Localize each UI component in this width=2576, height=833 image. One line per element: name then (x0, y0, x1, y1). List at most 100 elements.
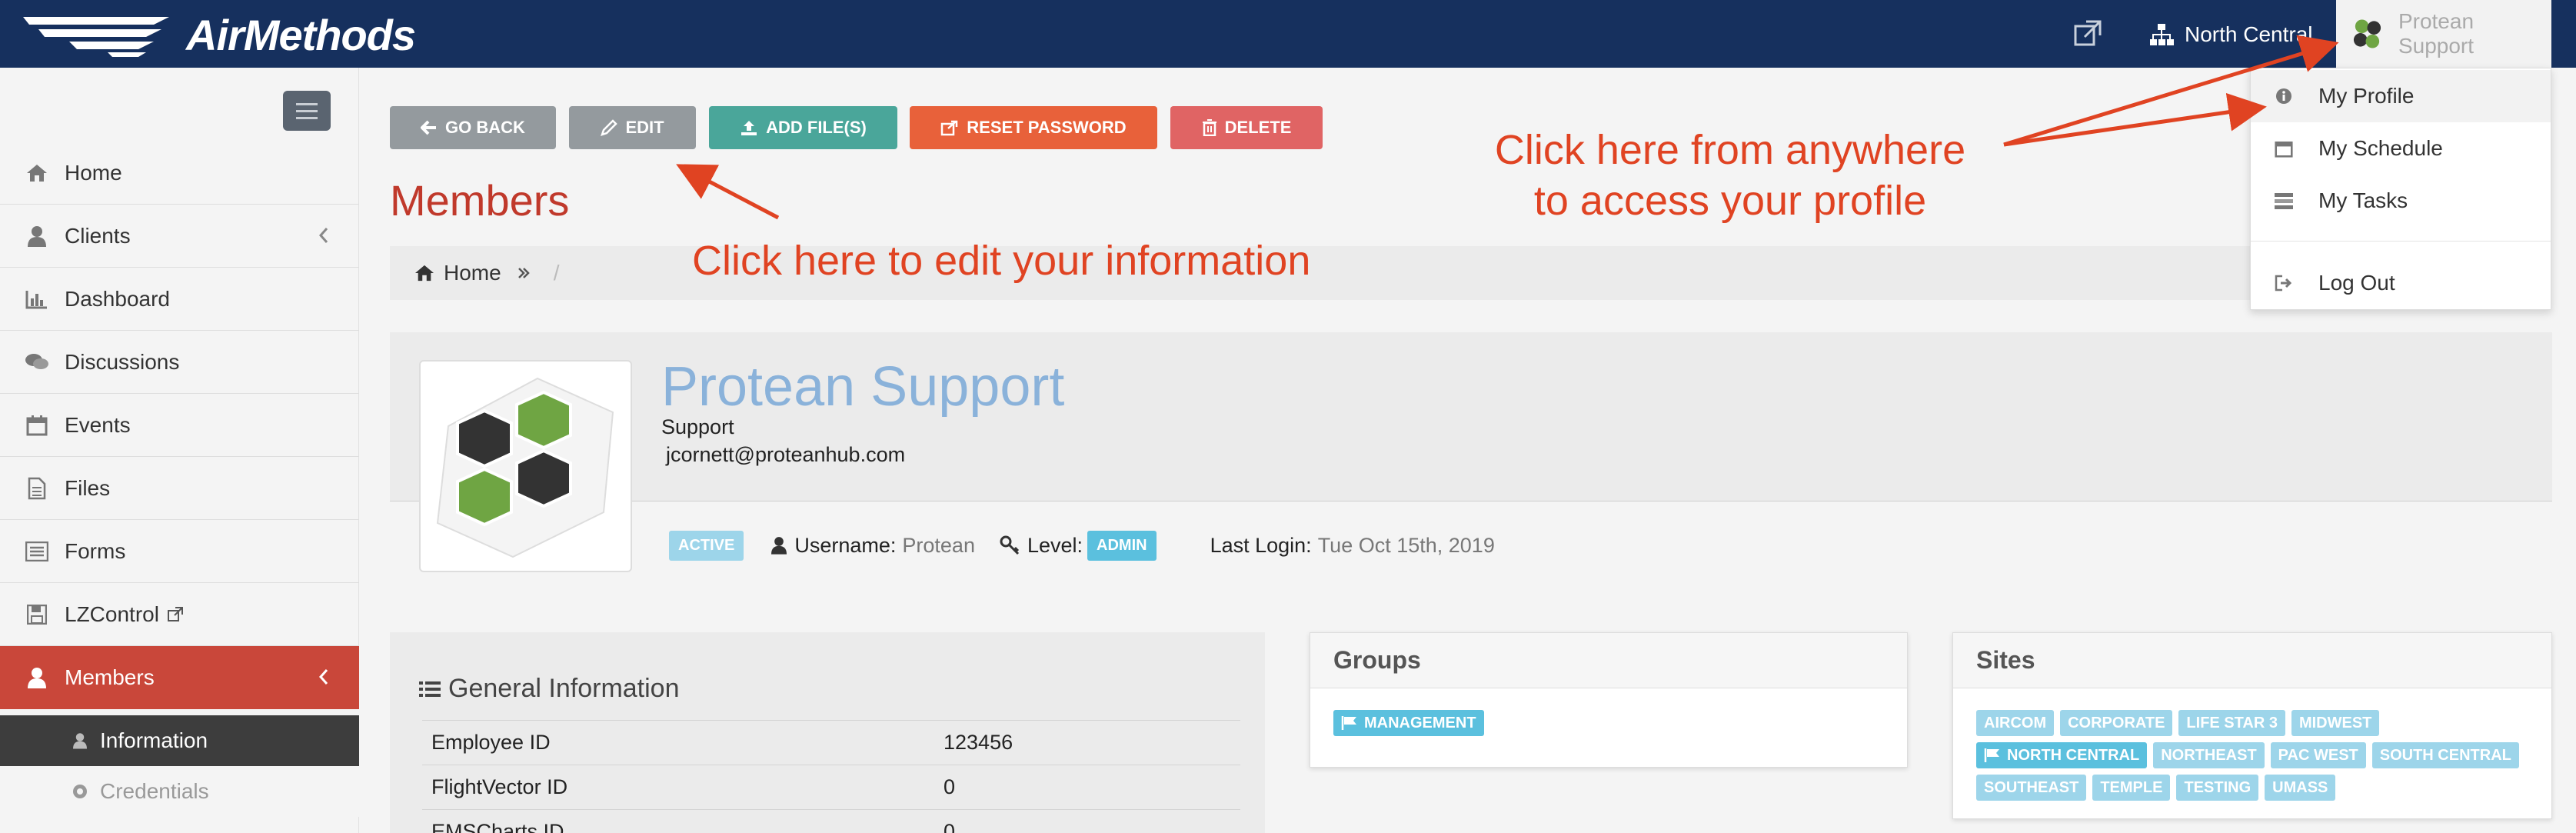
delete-label: DELETE (1224, 118, 1292, 137)
site-tag[interactable]: TEMPLE (2092, 775, 2171, 801)
site-tag[interactable]: UMASS (2265, 775, 2336, 801)
group-tag-label: MANAGEMENT (1364, 714, 1476, 731)
edit-label: EDIT (625, 118, 664, 137)
breadcrumb-home-link[interactable]: Home (444, 261, 501, 285)
sidebar-toggle-button[interactable] (283, 91, 331, 131)
menu-item-my-tasks[interactable]: My Tasks (2251, 175, 2551, 227)
sidebar-item-home[interactable]: Home (0, 142, 359, 205)
tasks-icon (2272, 192, 2295, 209)
row-key: Employee ID (431, 731, 551, 754)
chevron-left-icon (318, 669, 328, 685)
list-alt-icon (23, 541, 51, 561)
pencil-icon (601, 119, 618, 136)
share-square-icon (941, 120, 958, 136)
comments-icon (23, 352, 51, 372)
site-tag[interactable]: CORPORATE (2060, 710, 2173, 736)
profile-avatar (419, 360, 632, 572)
site-tag[interactable]: SOUTHEAST (1976, 775, 2087, 801)
info-circle-icon (2272, 88, 2295, 105)
delete-button[interactable]: DELETE (1170, 106, 1323, 149)
logo-swoosh-icon (23, 17, 169, 57)
user-menu-toggle[interactable]: Protean Support (2336, 0, 2551, 68)
sidebar-item-events[interactable]: Events (0, 394, 359, 457)
submenu-item-credentials[interactable]: Credentials (0, 766, 359, 817)
last-login-value: Tue Oct 15th, 2019 (1317, 533, 1495, 557)
reset-password-button[interactable]: RESET PASSWORD (910, 106, 1157, 149)
level-label: Level: (1027, 533, 1083, 557)
row-value: 0 (944, 820, 956, 833)
user-icon (23, 225, 51, 247)
top-navbar: AirMethods North Central Protean Support (0, 0, 2576, 68)
site-tag[interactable]: NORTHEAST (2153, 742, 2265, 768)
profile-meta-row: ACTIVE Username: Protean Level: ADMIN La… (669, 529, 1495, 561)
sidebar-item-label: Clients (65, 223, 131, 248)
edit-hint-annotation: Click here to edit your information (692, 238, 1311, 284)
site-tag[interactable]: MIDWEST (2291, 710, 2380, 736)
sidebar-item-label: Home (65, 160, 122, 185)
home-icon (23, 163, 51, 183)
save-icon (23, 604, 51, 625)
arrow-left-icon (421, 120, 437, 135)
group-tag[interactable]: MANAGEMENT (1333, 710, 1484, 736)
user-name: Protean Support (2398, 9, 2474, 58)
home-icon (415, 265, 434, 282)
username-label: Username: (794, 533, 897, 557)
submenu-item-information[interactable]: Information (0, 715, 359, 766)
groups-card: Groups MANAGEMENT (1310, 632, 1908, 768)
general-information-table: Employee ID 123456 FlightVector ID 0 EMS… (422, 720, 1240, 833)
flag-icon (1341, 716, 1356, 730)
sidebar-item-label: Members (65, 665, 155, 689)
profile-email: jcornett@proteanhub.com (666, 443, 906, 466)
profile-hint-line2: to access your profile (1533, 178, 1927, 224)
page-title: Members (390, 176, 570, 225)
external-link-icon[interactable] (2072, 18, 2103, 49)
chevron-left-icon (318, 228, 328, 243)
sign-out-icon (2272, 275, 2295, 292)
menu-item-my-profile[interactable]: My Profile (2251, 70, 2551, 122)
row-key: FlightVector ID (431, 775, 568, 798)
sidebar-item-lzcontrol[interactable]: LZControl (0, 583, 359, 646)
add-files-label: ADD FILE(S) (766, 118, 867, 137)
row-value: 0 (944, 775, 956, 798)
sidebar-item-label: Events (65, 412, 131, 437)
menu-divider (2251, 241, 2551, 242)
groups-title: Groups (1310, 633, 1907, 688)
general-information-title: General Information (419, 674, 680, 704)
site-tag[interactable]: PAC WEST (2270, 742, 2366, 768)
go-back-button[interactable]: GO BACK (390, 106, 556, 149)
sidebar-item-discussions[interactable]: Discussions (0, 331, 359, 394)
menu-item-label: Log Out (2318, 271, 2395, 295)
site-tag[interactable]: SOUTH CENTRAL (2371, 742, 2519, 768)
calendar-icon (23, 415, 51, 436)
user-icon (69, 732, 91, 749)
last-login-label: Last Login: (1210, 533, 1312, 557)
add-files-button[interactable]: ADD FILE(S) (709, 106, 897, 149)
sidebar-item-dashboard[interactable]: Dashboard (0, 268, 359, 331)
sidebar-item-files[interactable]: Files (0, 457, 359, 520)
air-methods-logo[interactable]: AirMethods (23, 11, 416, 59)
row-value: 123456 (944, 731, 1013, 754)
sidebar-item-forms[interactable]: Forms (0, 520, 359, 583)
site-tag-current[interactable]: NORTH CENTRAL (1976, 742, 2148, 768)
sidebar-item-members[interactable]: Members (0, 646, 359, 709)
external-link-icon (167, 606, 183, 621)
sites-card: Sites AIRCOM CORPORATE LIFE STAR 3 MIDWE… (1952, 632, 2552, 819)
edit-arrow (676, 164, 780, 220)
menu-item-label: My Profile (2318, 84, 2415, 108)
general-information-card: General Information Employee ID 123456 F… (390, 632, 1265, 833)
site-switcher[interactable]: North Central (2149, 17, 2313, 52)
double-chevron-right-icon (518, 268, 530, 278)
site-tag[interactable]: AIRCOM (1976, 710, 2055, 736)
level-badge: ADMIN (1087, 530, 1157, 561)
sites-title: Sites (1953, 633, 2551, 688)
site-tag-label: NORTH CENTRAL (2007, 746, 2140, 764)
site-tag[interactable]: TESTING (2176, 775, 2259, 801)
row-key: EMSCharts ID (431, 820, 564, 833)
edit-button[interactable]: EDIT (569, 106, 696, 149)
trash-icon (1202, 119, 1216, 136)
menu-item-log-out[interactable]: Log Out (2251, 257, 2551, 309)
sidebar-item-clients[interactable]: Clients (0, 205, 359, 268)
sidebar-item-label: Files (65, 475, 111, 500)
menu-item-my-schedule[interactable]: My Schedule (2251, 122, 2551, 175)
site-tag[interactable]: LIFE STAR 3 (2178, 710, 2285, 736)
